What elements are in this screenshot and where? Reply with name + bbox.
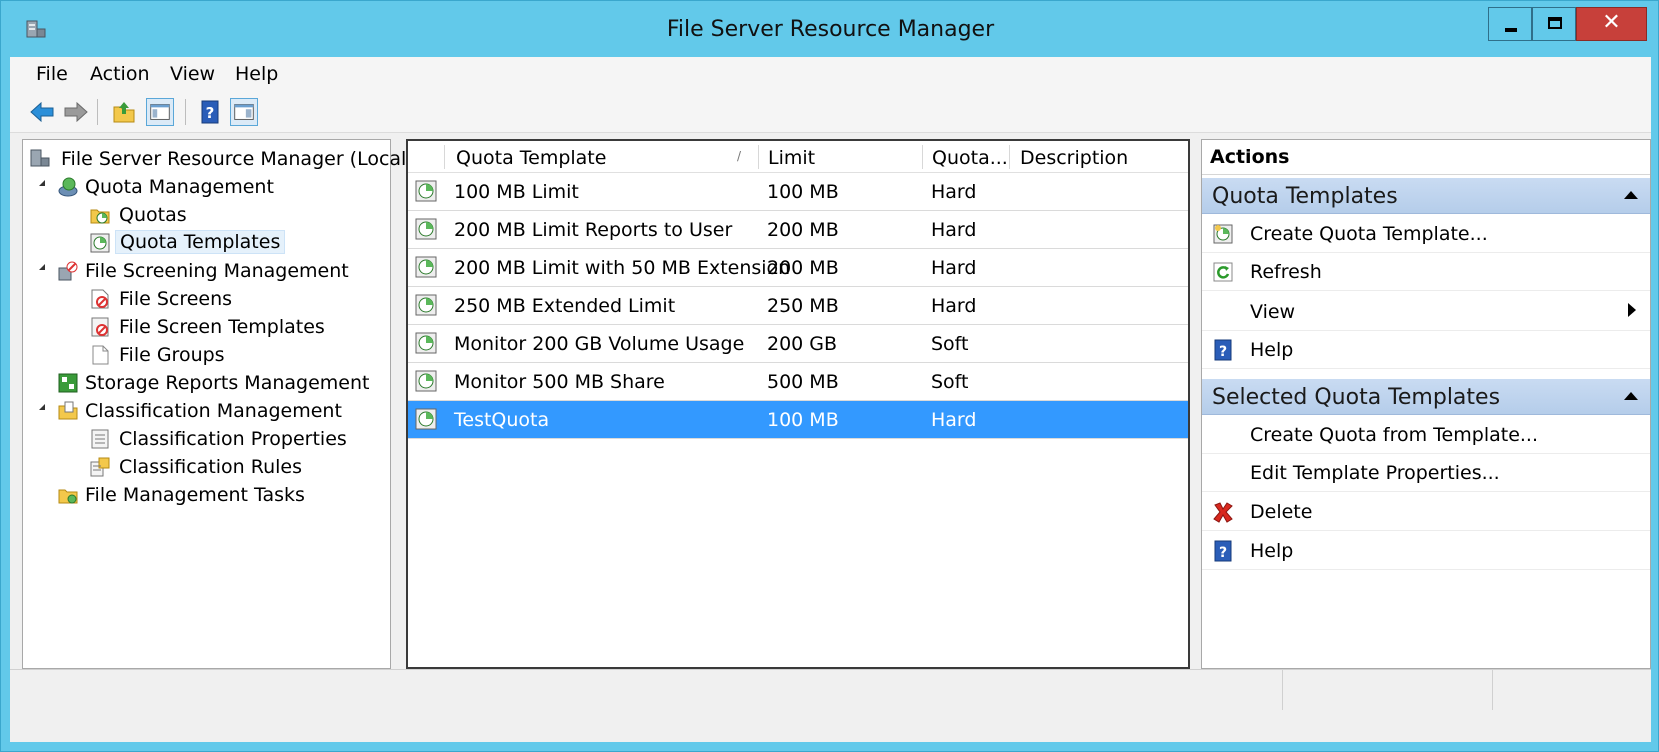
quota-template-icon (415, 408, 437, 430)
sort-indicator-icon: / (737, 149, 742, 163)
app-window: File Server Resource Manager ✕ File Acti… (0, 0, 1659, 752)
toolbar-separator (97, 99, 98, 125)
column-quota-type[interactable]: Quota... (932, 147, 1008, 169)
minimize-button[interactable] (1488, 7, 1532, 41)
show-hide-action-pane-icon[interactable] (230, 98, 258, 126)
quota-management-icon (58, 177, 78, 197)
forward-icon[interactable] (62, 98, 90, 126)
help-icon[interactable]: ? (196, 98, 224, 126)
action-edit-template-properties[interactable]: Edit Template Properties... (1202, 454, 1650, 492)
action-refresh[interactable]: Refresh (1202, 253, 1650, 291)
window-title: File Server Resource Manager (666, 17, 995, 42)
column-separator[interactable] (758, 145, 759, 169)
collapse-section-icon[interactable] (1624, 191, 1638, 199)
collapse-icon[interactable] (39, 264, 45, 270)
file-screen-icon (91, 289, 109, 309)
help-icon: ? (1214, 339, 1232, 361)
section-selected-quota-templates[interactable]: Selected Quota Templates (1202, 379, 1650, 415)
classification-folder-icon (58, 401, 78, 420)
status-cell (1282, 670, 1492, 710)
menu-bar: File Action View Help (10, 57, 1651, 93)
minimize-icon (1505, 28, 1517, 32)
table-row[interactable]: 250 MB Extended Limit 250 MB Hard (408, 287, 1188, 325)
action-view[interactable]: View (1202, 291, 1650, 331)
quota-template-icon (90, 233, 110, 253)
svg-text:?: ? (1219, 344, 1227, 360)
collapse-icon[interactable] (39, 180, 45, 186)
quota-folder-icon (90, 209, 110, 224)
menu-file[interactable]: File (36, 63, 68, 85)
section-quota-templates[interactable]: Quota Templates (1202, 178, 1650, 214)
column-description[interactable]: Description (1020, 147, 1128, 169)
table-row[interactable]: Monitor 200 GB Volume Usage 200 GB Soft (408, 325, 1188, 363)
file-screening-icon (58, 261, 78, 281)
table-row-selected[interactable]: TestQuota 100 MB Hard (408, 401, 1188, 439)
refresh-icon (1213, 262, 1233, 282)
navigation-tree: File Server Resource Manager (Local) Quo… (22, 139, 414, 669)
list-header: Quota Template / Limit Quota... Descript… (408, 141, 1188, 173)
status-cell (1492, 670, 1651, 710)
actions-header: Actions (1210, 146, 1290, 168)
table-row[interactable]: 200 MB Limit Reports to User 200 MB Hard (408, 211, 1188, 249)
actions-pane: Actions Quota Templates Create Quota Tem… (1201, 139, 1651, 669)
classification-rules-icon (90, 457, 110, 477)
up-folder-icon[interactable] (110, 98, 138, 126)
table-row[interactable]: 100 MB Limit 100 MB Hard (408, 173, 1188, 211)
maximize-icon (1548, 17, 1562, 29)
quota-templates-list: Quota Template / Limit Quota... Descript… (406, 139, 1190, 669)
toolbar-separator (185, 99, 186, 125)
back-icon[interactable] (28, 98, 56, 126)
show-hide-tree-icon[interactable] (146, 98, 174, 126)
quota-template-icon (415, 294, 437, 316)
storage-reports-icon (58, 373, 78, 393)
quota-template-icon (415, 332, 437, 354)
create-template-icon (1213, 224, 1233, 244)
menu-action[interactable]: Action (90, 63, 150, 85)
svg-text:?: ? (206, 104, 215, 122)
client-area: File Action View Help ? File Server Reso… (10, 57, 1651, 742)
file-group-icon (92, 345, 109, 365)
close-icon: ✕ (1602, 10, 1621, 35)
action-create-quota-template[interactable]: Create Quota Template... (1202, 215, 1650, 253)
column-quota-template[interactable]: Quota Template (456, 147, 606, 169)
svg-text:?: ? (1219, 545, 1227, 561)
title-bar[interactable]: File Server Resource Manager ✕ (1, 1, 1659, 57)
menu-help[interactable]: Help (235, 63, 278, 85)
file-screen-template-icon (91, 317, 109, 337)
submenu-arrow-icon (1628, 303, 1636, 317)
close-button[interactable]: ✕ (1576, 7, 1647, 41)
collapse-section-icon[interactable] (1624, 392, 1638, 400)
toolbar: ? (10, 93, 1651, 133)
tree-root-label: File Server Resource Manager (Local) (61, 148, 414, 170)
column-separator[interactable] (922, 145, 923, 169)
table-row[interactable]: Monitor 500 MB Share 500 MB Soft (408, 363, 1188, 401)
quota-template-icon (415, 180, 437, 202)
help-icon: ? (1214, 540, 1232, 562)
classification-properties-icon (91, 429, 109, 449)
maximize-button[interactable] (1532, 7, 1576, 41)
server-icon (30, 149, 50, 167)
menu-view[interactable]: View (170, 63, 215, 85)
action-help-2[interactable]: ? Help (1202, 532, 1650, 570)
status-bar (10, 669, 1651, 710)
divider (1202, 174, 1650, 175)
table-row[interactable]: 200 MB Limit with 50 MB Extension 200 MB… (408, 249, 1188, 287)
quota-template-icon (415, 256, 437, 278)
quota-template-icon (415, 370, 437, 392)
column-separator[interactable] (444, 145, 445, 169)
collapse-icon[interactable] (39, 404, 45, 410)
action-create-quota-from-template[interactable]: Create Quota from Template... (1202, 416, 1650, 454)
action-help-1[interactable]: ? Help (1202, 331, 1650, 369)
column-separator[interactable] (1009, 145, 1010, 169)
column-limit[interactable]: Limit (768, 147, 815, 169)
delete-icon (1213, 502, 1233, 523)
quota-template-icon (415, 218, 437, 240)
file-management-tasks-icon (58, 489, 78, 504)
action-delete[interactable]: Delete (1202, 493, 1650, 531)
